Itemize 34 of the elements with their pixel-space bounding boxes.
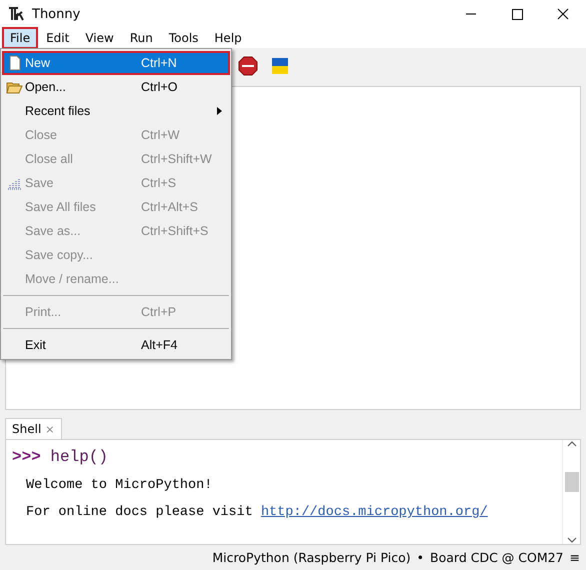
menu-item[interactable]: Tools (160, 27, 206, 49)
menu-entry[interactable]: Exit Alt+F4 (2, 333, 230, 357)
status-menu-button[interactable]: ≡ (570, 550, 580, 564)
stop-sign-icon[interactable] (238, 56, 258, 76)
folder-icon (6, 80, 23, 94)
menu-item[interactable]: Help (206, 27, 250, 49)
scroll-thumb[interactable] (564, 472, 578, 492)
menu-item[interactable]: File (2, 27, 38, 49)
menu-item[interactable]: View (77, 27, 122, 49)
menu-entry[interactable]: Open... Ctrl+O (2, 75, 230, 99)
shell-prompt: >>> (12, 448, 41, 466)
menu-item[interactable]: Edit (38, 27, 78, 49)
app-logo-icon (8, 6, 24, 22)
menu-entry[interactable]: New Ctrl+N (2, 51, 230, 75)
docs-link[interactable]: http://docs.micropython.org/ (260, 505, 488, 520)
interpreter-label[interactable]: MicroPython (Raspberry Pi Pico) (212, 550, 411, 564)
port-label[interactable]: Board CDC @ COM27 (430, 550, 564, 564)
scrollbar[interactable] (562, 440, 580, 544)
menu-item[interactable]: Run (122, 27, 161, 49)
scroll-down-icon[interactable] (566, 536, 576, 544)
status-separator: • (416, 550, 424, 564)
shell-tab[interactable]: Shell × (5, 418, 62, 439)
submenu-arrow-icon (217, 107, 222, 115)
window-title: Thonny (32, 6, 80, 22)
shell-output: For online docs please visit (26, 505, 254, 520)
shell-command: help() (50, 448, 108, 466)
flag-icon[interactable] (272, 58, 288, 74)
menu-entry[interactable]: Recent files (2, 99, 230, 123)
scroll-up-icon[interactable] (566, 440, 576, 448)
tab-label: Shell (12, 422, 42, 436)
shell-output: Welcome to MicroPython! (26, 478, 212, 493)
tab-close-button[interactable]: × (45, 422, 54, 436)
chart-icon (7, 176, 22, 190)
document-icon (8, 55, 22, 71)
